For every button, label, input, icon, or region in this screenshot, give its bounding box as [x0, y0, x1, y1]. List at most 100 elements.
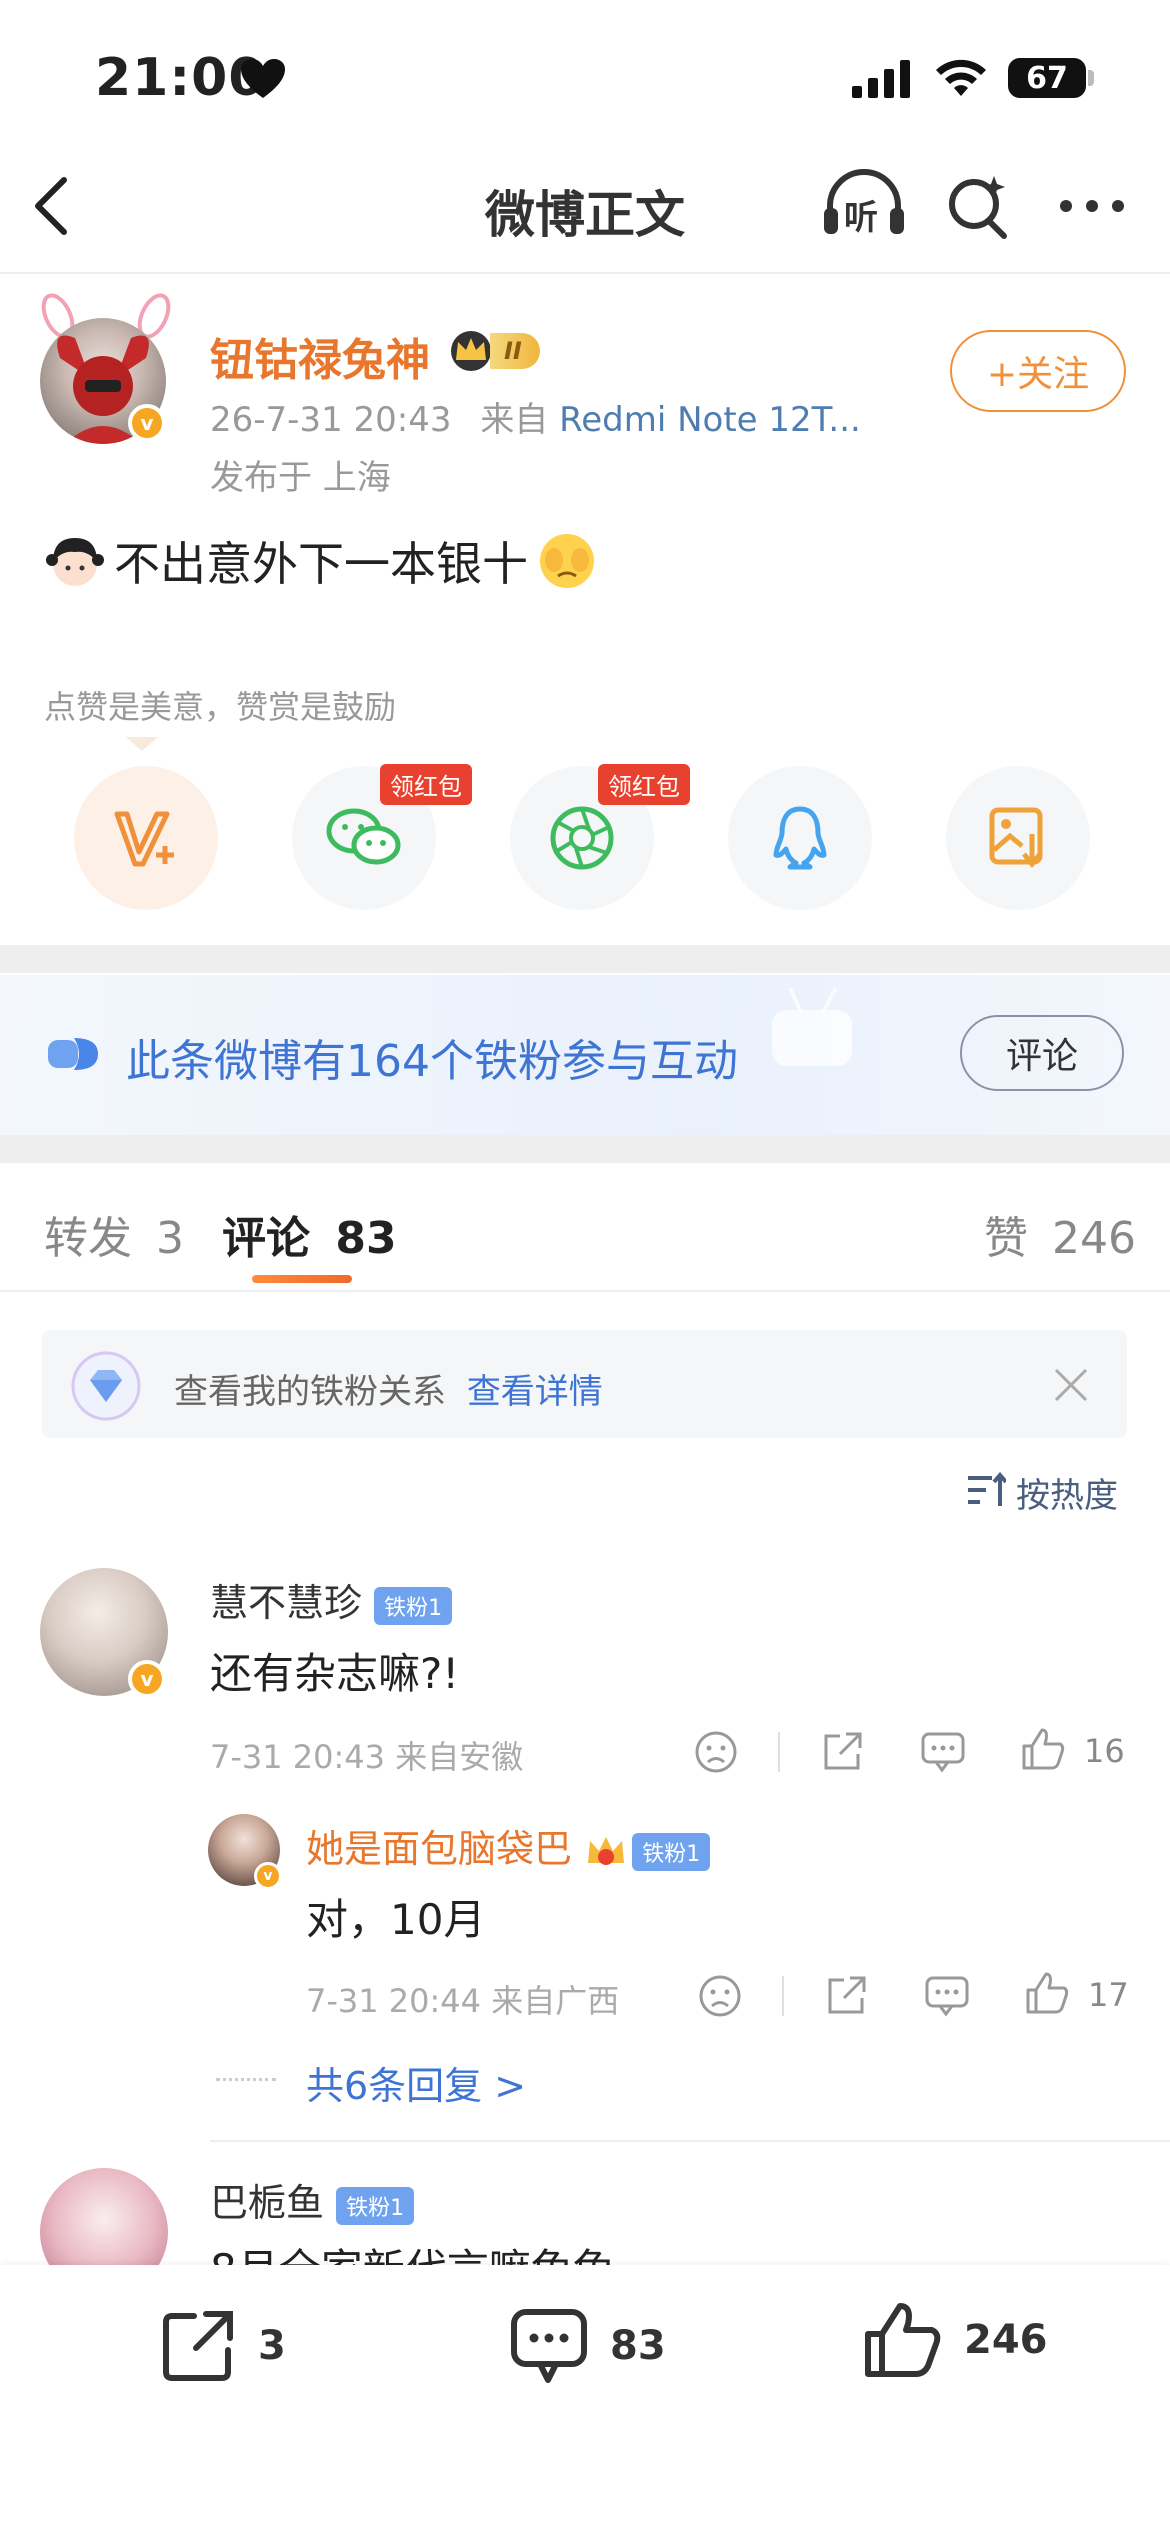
reply-meta: 7-31 20:44 来自广西	[306, 1982, 620, 2020]
save-image-icon	[989, 807, 1043, 869]
share-qq-button[interactable]	[728, 766, 872, 910]
post-meta: 26-7-31 20:43 来自 Redmi Note 12T...	[210, 392, 861, 441]
like-icon[interactable]	[1020, 1726, 1066, 1772]
source-prefix: 来自	[480, 400, 549, 440]
tab-repost-label: 转发	[44, 1213, 132, 1264]
like-icon[interactable]	[1024, 1970, 1070, 2016]
section-separator	[0, 945, 1170, 973]
post-date: 26-7-31 20:43	[210, 400, 452, 440]
relation-label: 查看我的铁粉关系	[174, 1372, 446, 1412]
post-content: 不出意外下一本银十	[44, 528, 598, 594]
fan-level-badge: 铁粉1	[336, 2186, 415, 2225]
diamond-icon	[71, 1351, 141, 1421]
dislike-icon[interactable]	[698, 1974, 742, 2018]
tab-like[interactable]: 赞 246	[984, 1202, 1136, 1266]
listen-label: 听	[844, 198, 878, 238]
share-icon[interactable]	[820, 1730, 864, 1774]
post-location: 发布于 上海	[210, 458, 391, 498]
search-icon[interactable]	[946, 170, 1010, 240]
fan-level-badge: 铁粉1	[632, 1832, 711, 1871]
comment-icon	[511, 2309, 587, 2383]
fan-relation-text: 查看我的铁粉关系 查看详情	[174, 1364, 603, 1413]
crown-icon	[588, 1836, 625, 1865]
comment-divider	[210, 2140, 1170, 2142]
like-count: 16	[1084, 1732, 1125, 1770]
crown-icon	[451, 331, 491, 371]
share-icon[interactable]	[824, 1974, 868, 2018]
tip-pointer	[126, 737, 158, 751]
more-replies-link[interactable]: 共6条回复 >	[306, 2055, 526, 2110]
bottom-comment-button[interactable]: 83	[510, 2306, 666, 2386]
like-icon	[865, 2303, 941, 2377]
reward-v-icon	[114, 811, 174, 867]
bottom-comment-count: 83	[610, 2323, 666, 2369]
tab-like-label: 赞	[984, 1213, 1028, 1264]
bottom-repost-button[interactable]: 3	[160, 2308, 286, 2384]
qq-icon	[773, 806, 827, 870]
close-icon[interactable]	[1052, 1366, 1090, 1404]
commenter-name-text: 巴栀鱼	[210, 2181, 325, 2225]
author-name[interactable]: 钮钴禄兔神	[210, 324, 430, 388]
wifi-icon	[936, 59, 986, 96]
verified-badge: v	[254, 1862, 282, 1890]
commenter-name-text: 慧不慧珍	[210, 1581, 363, 1625]
active-tab-indicator	[252, 1275, 352, 1283]
vip-level-label: II	[490, 333, 540, 369]
dotted-line	[216, 2078, 276, 2081]
dislike-icon[interactable]	[694, 1730, 738, 1774]
save-image-button[interactable]	[946, 766, 1090, 910]
relation-details-link[interactable]: 查看详情	[467, 1372, 603, 1412]
nav-divider	[0, 272, 1170, 274]
reply-name-text: 她是面包脑袋巴	[306, 1827, 573, 1871]
sort-label[interactable]: 按热度	[1016, 1468, 1118, 1517]
reply-icon[interactable]	[924, 1974, 970, 2018]
tab-comment[interactable]: 评论 83	[222, 1202, 397, 1266]
reward-tip: 点赞是美意，赞赏是鼓励	[44, 688, 397, 726]
verified-badge: v	[128, 404, 166, 442]
commenter-name[interactable]: 巴栀鱼 铁粉1	[210, 2172, 415, 2227]
follow-button[interactable]: +关注	[950, 330, 1126, 412]
banner-comment-button[interactable]: 评论	[960, 1015, 1124, 1091]
section-separator-2	[0, 1135, 1170, 1163]
reply-text: 对，10月	[306, 1895, 486, 1944]
moments-icon	[550, 806, 614, 870]
bottom-like-button[interactable]: 246	[862, 2300, 1048, 2380]
tab-repost[interactable]: 转发 3	[44, 1202, 184, 1266]
like-count: 17	[1088, 1976, 1129, 2014]
commenter-name[interactable]: 慧不慧珍 铁粉1	[210, 1572, 453, 1627]
sort-icon[interactable]	[966, 1472, 1006, 1508]
reply-name[interactable]: 她是面包脑袋巴 铁粉1	[306, 1818, 711, 1873]
action-divider	[778, 1732, 780, 1772]
repost-icon	[163, 2311, 233, 2381]
reward-button[interactable]	[74, 766, 218, 910]
tab-comment-count: 83	[335, 1213, 397, 1264]
bottom-like-count: 246	[964, 2317, 1048, 2363]
tv-decoration-icon	[772, 987, 852, 1066]
verified-badge: v	[128, 1660, 166, 1698]
shy-emoji-icon	[540, 534, 594, 588]
tab-like-count: 246	[1052, 1213, 1136, 1264]
tabs-divider	[0, 1290, 1170, 1292]
girl-emoji-icon	[46, 538, 104, 586]
moments-redpack-badge: 领红包	[598, 764, 690, 805]
reply-icon[interactable]	[920, 1730, 966, 1774]
vip-crown-badge: II	[446, 330, 540, 372]
fan-level-badge: 铁粉1	[374, 1586, 453, 1625]
post-source[interactable]: Redmi Note 12T...	[559, 400, 861, 440]
listen-button[interactable]: 听	[822, 166, 906, 242]
action-divider	[782, 1976, 784, 2016]
tab-repost-count: 3	[156, 1213, 184, 1264]
tab-comment-label: 评论	[222, 1213, 310, 1264]
fan-flag-icon	[48, 1038, 98, 1070]
battery-indicator: 67	[1008, 58, 1086, 98]
heart-icon	[241, 59, 285, 98]
wechat-icon	[326, 808, 401, 865]
bottom-repost-count: 3	[258, 2323, 286, 2369]
comment-text: 还有杂志嘛?!	[210, 1649, 460, 1698]
wechat-redpack-badge: 领红包	[380, 764, 472, 805]
signal-icon	[852, 60, 910, 98]
more-icon[interactable]	[1058, 198, 1126, 214]
battery-tip	[1088, 70, 1094, 86]
comment-meta: 7-31 20:43 来自安徽	[210, 1738, 524, 1776]
post-text: 不出意外下一本银十	[114, 537, 528, 591]
